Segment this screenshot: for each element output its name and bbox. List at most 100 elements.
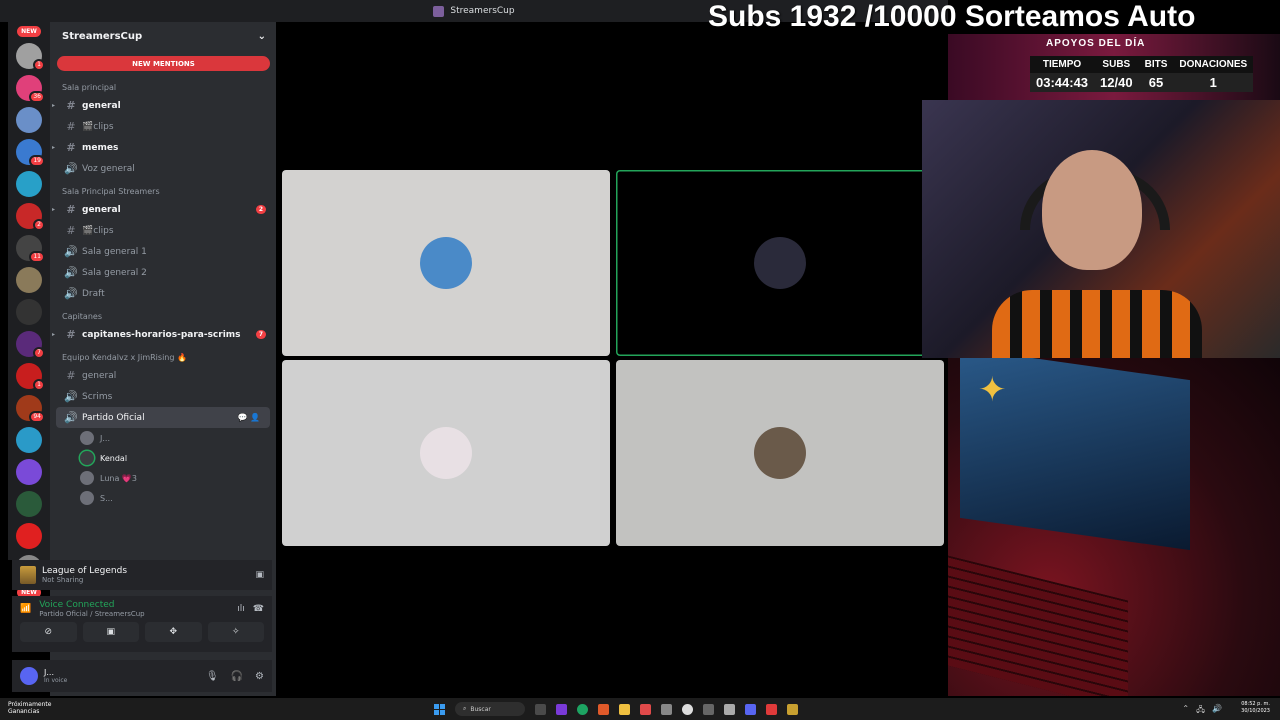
speaker-icon: 🔊 [64,266,78,279]
signal-icon[interactable]: 📶 [20,604,31,614]
app-icon[interactable] [703,703,714,715]
channel-scrims[interactable]: 🔊 Scrims [50,386,276,407]
server-icon[interactable]: 7 [16,331,45,359]
participant-tile[interactable] [282,170,610,356]
server-icon[interactable]: 11 [16,235,45,263]
server-icon[interactable] [16,107,42,133]
server-mention-badge: 7 [33,347,45,359]
participant-tile[interactable] [616,170,944,356]
volume-icon[interactable]: 🔊 [1212,704,1222,718]
keyboard [948,555,1128,696]
channel-voz-general[interactable]: 🔊 Voz general [50,158,276,179]
discord-icon[interactable] [745,703,756,715]
participant-tile[interactable] [282,360,610,546]
chevron-up-icon[interactable]: ⌃ [1182,704,1189,718]
widget-line-2: Ganancias [8,708,40,715]
avatar[interactable] [20,667,38,685]
obs-icon[interactable] [682,703,693,715]
channel-clips-streamers[interactable]: # 🎬clips [50,220,276,241]
microphone-icon[interactable]: 🎙 [206,671,219,682]
expand-arrow-icon: ▸ [52,144,56,151]
share-screen-button[interactable]: ▣ [82,622,139,642]
activity-panel[interactable]: League of Legends Not Sharing ▣ [12,560,272,590]
server-icon[interactable]: 1 [16,363,45,391]
server-icon[interactable] [16,299,42,325]
server-icon[interactable]: 1 [16,43,45,71]
guild-header[interactable]: StreamersCup ⌄ [50,22,276,50]
channel-general[interactable]: ▸ # general [50,95,276,116]
channel-general-equipo[interactable]: # general [50,365,276,386]
participant-tile[interactable] [616,360,944,546]
voice-user[interactable]: S... [50,488,276,508]
hash-icon: # [66,203,76,216]
server-icon[interactable] [16,491,42,517]
new-mentions-button[interactable]: NEW MENTIONS [57,56,270,71]
soundboard-button[interactable]: ✧ [207,622,264,642]
channel-label: 🎬clips [82,121,114,132]
app-icon[interactable] [766,703,777,715]
headphones-icon[interactable]: 🎧 [231,671,243,682]
subs-goal-overlay: Subs 1932 /10000 Sorteamos Auto [708,0,1196,33]
category-capitanes[interactable]: Capitanes [50,304,276,324]
gear-icon[interactable] [724,703,735,715]
gear-icon[interactable]: ⚙ [255,671,264,682]
server-icon[interactable] [16,171,42,197]
brave-icon[interactable] [598,703,609,715]
app-icon[interactable] [661,703,672,715]
voice-status[interactable]: Voice Connected [39,600,144,610]
chevron-down-icon[interactable]: ⌄ [258,31,266,42]
participant-avatar [754,427,806,479]
system-clock[interactable]: 08:52 p. m. 30/10/2023 [1241,701,1270,715]
channel-sala-general-1[interactable]: 🔊 Sala general 1 [50,241,276,262]
server-mention-badge: 1 [33,379,45,391]
channel-label: general [82,100,121,111]
server-mention-badge: 19 [29,155,45,167]
server-icon[interactable]: 2 [16,203,45,231]
server-icon[interactable] [16,267,42,293]
task-view-icon[interactable] [535,703,546,715]
twitch-icon[interactable] [556,703,567,715]
new-servers-pill[interactable]: NEW [17,26,41,37]
camera-off-button[interactable]: ⊘ [20,622,77,642]
channel-memes[interactable]: ▸ # memes [50,137,276,158]
taskbar-search[interactable]: ⌕ Buscar [455,702,525,716]
weather-widget[interactable]: Próximamente Ganancias [8,701,51,715]
server-icon[interactable]: 36 [16,75,45,103]
category-sala-streamers[interactable]: Sala Principal Streamers [50,179,276,199]
mention-count-badge: 2 [255,205,266,214]
speaker-icon: 🔊 [64,245,78,258]
league-of-legends-icon[interactable] [787,703,798,715]
server-icon[interactable] [16,427,42,453]
voice-user[interactable]: Luna 💗3 [50,468,276,488]
channel-label: Voz general [82,163,135,174]
category-sala-principal[interactable]: Sala principal [50,75,276,95]
system-tray[interactable]: ⌃ 🖧 🔊 [1182,704,1222,718]
voice-user[interactable]: J... [50,428,276,448]
channel-general-streamers[interactable]: ▸ # general 2 [50,199,276,220]
disconnect-icon[interactable]: ☎ [253,604,264,614]
category-equipo[interactable]: Equipo Kendalvz x JimRising 🔥 [50,345,276,365]
windows-start-icon[interactable] [434,703,445,715]
channel-draft[interactable]: 🔊 Draft [50,283,276,304]
folder-icon[interactable] [619,703,630,715]
server-icon[interactable] [16,459,42,485]
server-icon[interactable]: 94 [16,395,45,423]
guild-name: StreamersCup [62,30,143,42]
widget-line-1: Próximamente [8,701,52,708]
server-icon[interactable]: 19 [16,139,45,167]
chat-invite-icons[interactable]: 💬 👤 [238,413,260,422]
network-icon[interactable]: 🖧 [1196,704,1205,718]
activities-button[interactable]: ✥ [145,622,202,642]
chrome-icon[interactable] [577,703,588,715]
hash-icon: # [66,120,76,133]
channel-label: Draft [82,288,105,299]
app-icon[interactable] [640,703,651,715]
channel-partido-oficial[interactable]: 🔊 Partido Oficial 💬 👤 [56,407,270,428]
channel-capitanes-horarios[interactable]: ▸ # capitanes-horarios-para-scrims 7 [50,324,276,345]
server-icon[interactable] [16,523,42,549]
voice-user[interactable]: Kendal [50,448,276,468]
screen-share-icon[interactable]: ▣ [255,570,264,580]
channel-clips[interactable]: # 🎬clips [50,116,276,137]
noise-suppression-icon[interactable]: ılı [237,604,245,614]
channel-sala-general-2[interactable]: 🔊 Sala general 2 [50,262,276,283]
